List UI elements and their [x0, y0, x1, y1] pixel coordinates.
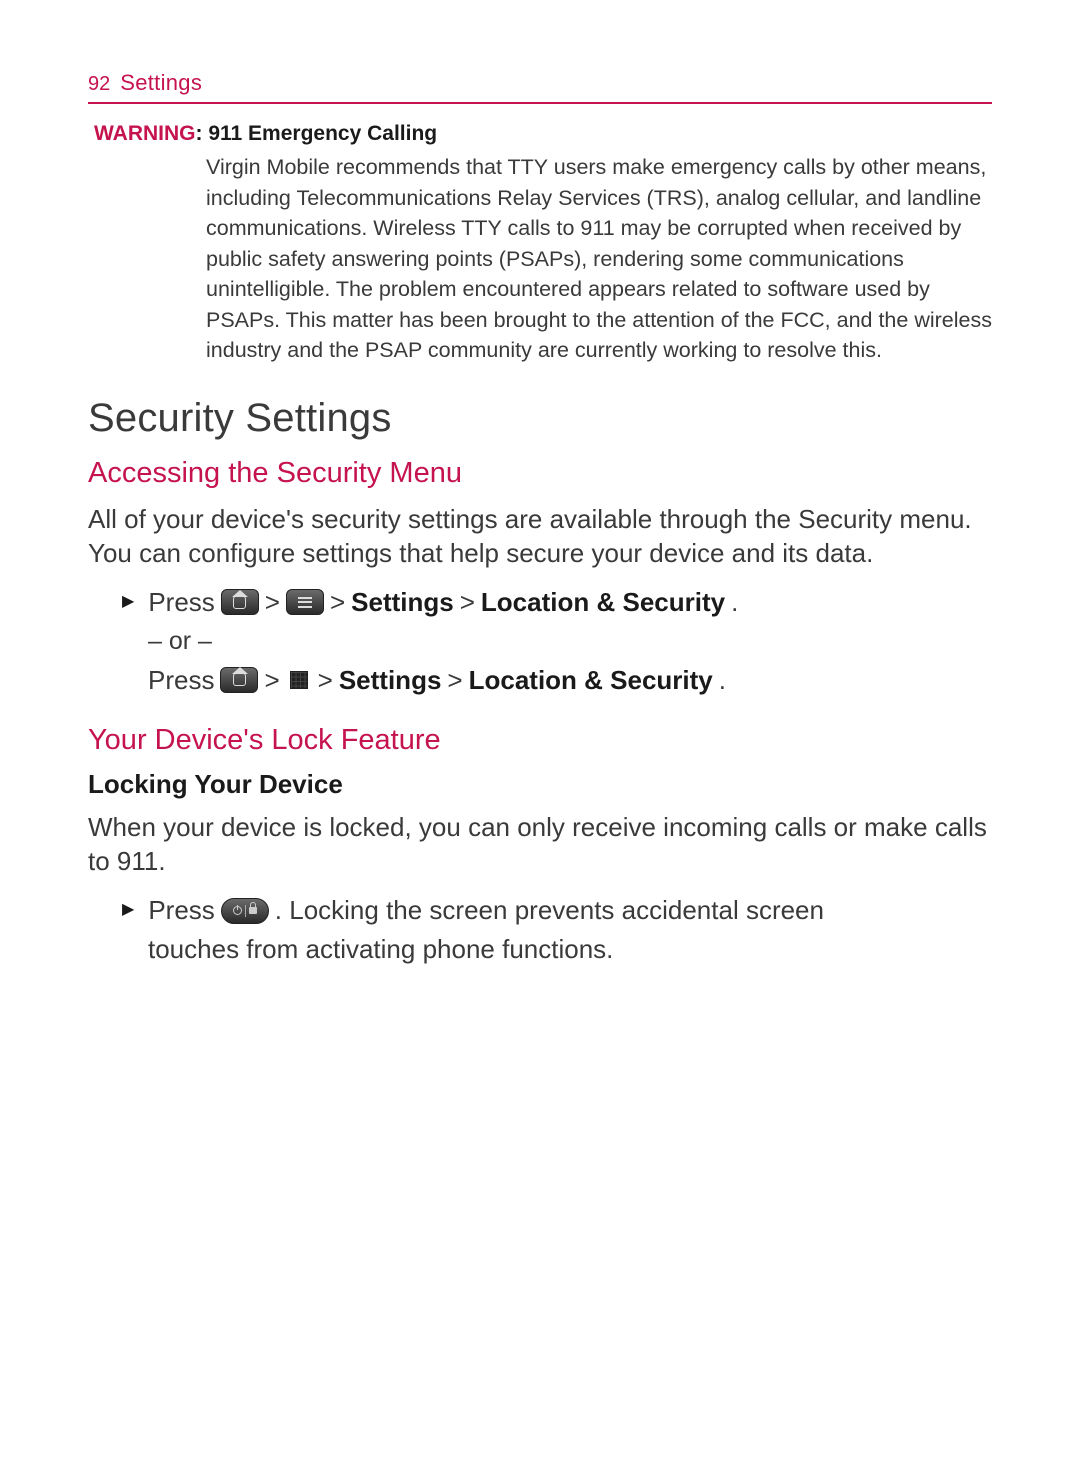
breadcrumb-separator: > [265, 582, 280, 622]
breadcrumb-separator: > [264, 660, 279, 700]
bullet-icon: ▶ [122, 898, 134, 923]
step-line-1a: ▶ Press > > Settings > Location & Securi… [122, 582, 992, 622]
warning-block: WARNING: 911 Emergency Calling Virgin Mo… [94, 122, 992, 366]
step-line-2: ▶ Press . Locking the screen prevents ac… [122, 890, 992, 930]
section2-body: When your device is locked, you can only… [88, 810, 992, 879]
step2-continuation: touches from activating phone functions. [148, 931, 992, 969]
or-separator: – or – [148, 627, 992, 656]
breadcrumb-separator: > [460, 582, 475, 622]
step-block-2: ▶ Press . Locking the screen prevents ac… [122, 890, 992, 968]
breadcrumb-separator: > [447, 660, 462, 700]
home-button-icon [220, 667, 258, 693]
press-label: Press [148, 890, 214, 930]
heading-security-settings: Security Settings [88, 396, 992, 441]
step-block-1: ▶ Press > > Settings > Location & Securi… [122, 582, 992, 700]
step-line-1b: Press > > Settings > Location & Security… [148, 660, 992, 700]
page-number: 92 [88, 73, 110, 96]
period: . [731, 582, 738, 622]
warning-header: WARNING: 911 Emergency Calling [94, 122, 992, 146]
subheading-locking-device: Locking Your Device [88, 769, 992, 800]
warning-title: 911 Emergency Calling [208, 122, 437, 145]
settings-label: Settings [351, 582, 454, 622]
apps-grid-icon [286, 667, 312, 693]
warning-title-colon: : [196, 122, 209, 145]
settings-label: Settings [339, 660, 442, 700]
power-lock-button-icon [221, 898, 269, 924]
page-section-title: Settings [120, 70, 202, 96]
period: . [719, 660, 726, 700]
breadcrumb-separator: > [330, 582, 345, 622]
warning-body: Virgin Mobile recommends that TTY users … [206, 152, 992, 366]
menu-button-icon [286, 589, 324, 615]
step2-tail: . Locking the screen prevents accidental… [275, 890, 824, 930]
location-security-label: Location & Security [481, 582, 725, 622]
breadcrumb-separator: > [318, 660, 333, 700]
warning-label: WARNING [94, 122, 196, 145]
bullet-icon: ▶ [122, 590, 134, 615]
press-label: Press [148, 660, 214, 700]
location-security-label: Location & Security [469, 660, 713, 700]
press-label: Press [148, 582, 214, 622]
page-header: 92 Settings [88, 70, 992, 104]
heading-lock-feature: Your Device's Lock Feature [88, 724, 992, 757]
section1-body: All of your device's security settings a… [88, 502, 992, 571]
home-button-icon [221, 589, 259, 615]
heading-accessing-security-menu: Accessing the Security Menu [88, 457, 992, 490]
